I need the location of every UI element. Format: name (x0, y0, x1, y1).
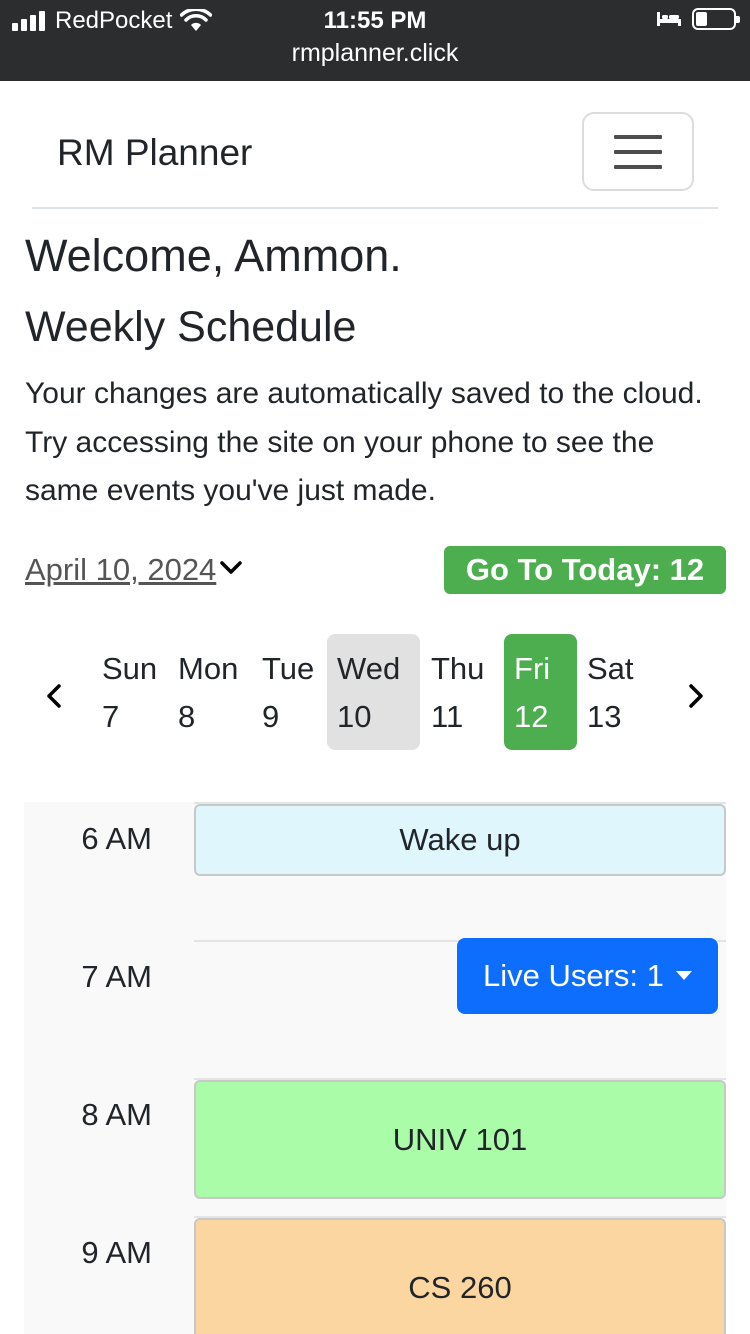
day-fri-today[interactable]: Fri 12 (504, 634, 577, 750)
day-wed-selected[interactable]: Wed 10 (327, 634, 420, 750)
day-tue[interactable]: Tue 9 (256, 634, 322, 750)
description-text: Your changes are automatically saved to … (25, 377, 703, 507)
bed-icon (657, 12, 681, 26)
hour-label-7am: 7 AM (81, 959, 152, 994)
menu-toggle-button[interactable] (582, 112, 694, 191)
url-bar[interactable]: rmplanner.click (0, 38, 750, 68)
event-univ-101[interactable]: UNIV 101 (194, 1080, 726, 1199)
brand-link[interactable]: RM Planner (57, 131, 252, 175)
chevron-down-icon (220, 561, 243, 574)
page-title: Weekly Schedule (25, 303, 357, 351)
hour-label-9am: 9 AM (81, 1235, 152, 1270)
event-wake-up[interactable]: Wake up (194, 804, 726, 876)
chevron-right-icon[interactable] (684, 682, 708, 710)
schedule-grid: 6 AM 7 AM 8 AM 9 AM Wake up UNIV 101 CS … (24, 802, 726, 1334)
day-sun[interactable]: Sun 7 (96, 634, 168, 750)
status-time: 11:55 PM (323, 7, 427, 34)
event-cs-260[interactable]: CS 260 (194, 1218, 726, 1334)
selected-date-link[interactable]: April 10, 2024 (25, 550, 216, 590)
hour-label-8am: 8 AM (81, 1097, 152, 1132)
day-sat[interactable]: Sat 13 (580, 634, 650, 750)
day-mon[interactable]: Mon 8 (172, 634, 252, 750)
caret-down-icon (676, 971, 692, 980)
hamburger-menu-icon (614, 135, 662, 139)
day-thu[interactable]: Thu 11 (424, 634, 500, 750)
navbar: RM Planner (32, 81, 718, 209)
hour-label-6am: 6 AM (81, 821, 152, 856)
live-users-dropdown[interactable]: Live Users: 1 (457, 938, 718, 1014)
status-bar: RedPocket 11:55 PM rmplanner.click (0, 0, 750, 81)
go-to-today-button[interactable]: Go To Today: 12 (444, 546, 726, 594)
live-users-label: Live Users: 1 (483, 958, 664, 993)
chevron-left-icon[interactable] (42, 682, 66, 710)
status-right (656, 8, 740, 30)
battery-icon (692, 8, 740, 30)
date-picker[interactable]: April 10, 2024 (25, 550, 244, 590)
welcome-heading: Welcome, Ammon. (25, 230, 402, 281)
